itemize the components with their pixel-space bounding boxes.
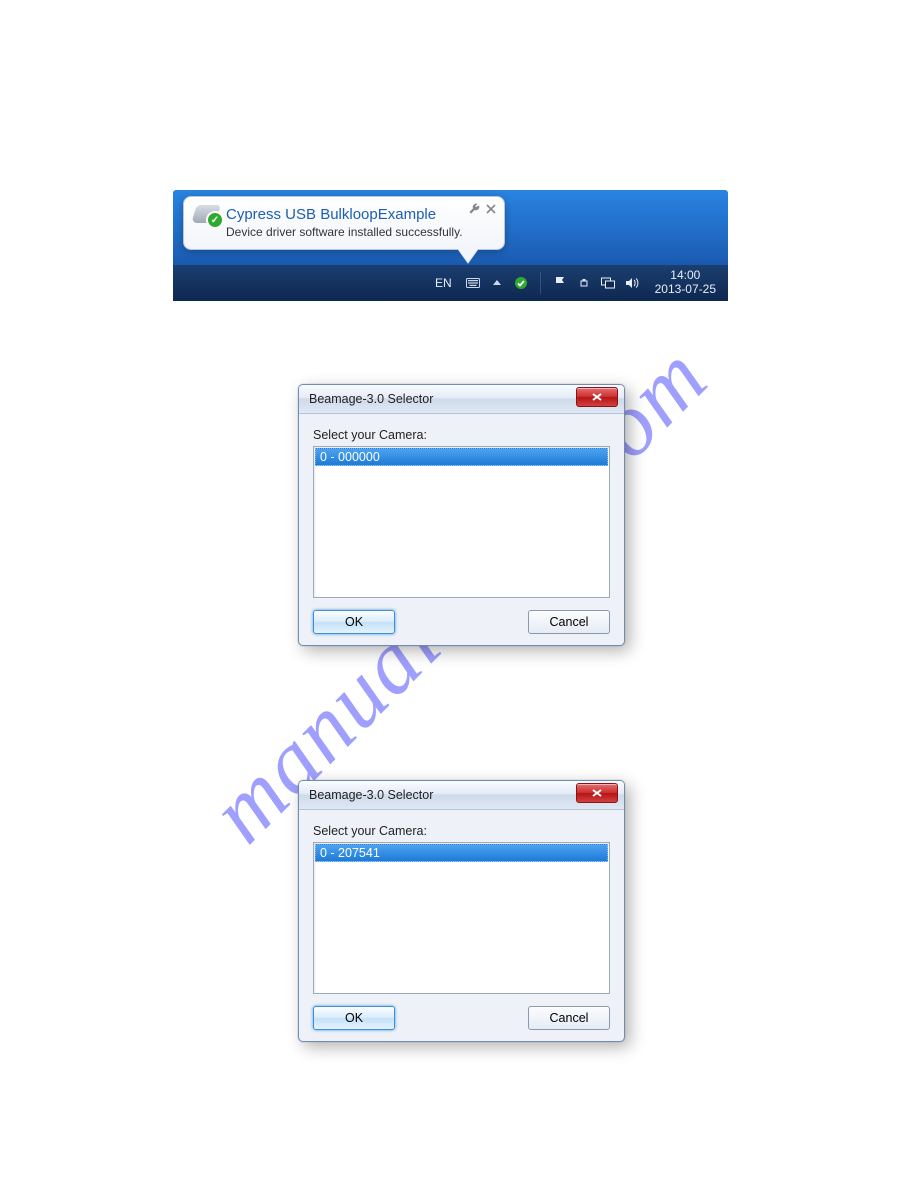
select-camera-label: Select your Camera: bbox=[313, 824, 610, 838]
camera-selector-dialog-1: Beamage-3.0 Selector Select your Camera:… bbox=[298, 384, 625, 646]
ok-button[interactable]: OK bbox=[313, 610, 395, 634]
clock-time: 14:00 bbox=[670, 268, 700, 282]
balloon-subtitle: Device driver software installed success… bbox=[226, 225, 494, 239]
notification-taskbar-region: ✓ Cypress USB BulkloopExample Device dri… bbox=[173, 190, 728, 301]
keyboard-icon[interactable] bbox=[466, 276, 480, 290]
install-progress-icon[interactable] bbox=[514, 276, 528, 290]
close-button[interactable] bbox=[576, 783, 618, 803]
list-item[interactable]: 0 - 000000 bbox=[315, 448, 608, 466]
balloon-title: Cypress USB BulkloopExample bbox=[226, 206, 436, 223]
ok-button[interactable]: OK bbox=[313, 1006, 395, 1030]
taskbar-clock[interactable]: 14:00 2013-07-25 bbox=[649, 269, 722, 297]
select-camera-label: Select your Camera: bbox=[313, 428, 610, 442]
action-center-flag-icon[interactable] bbox=[553, 276, 567, 290]
dialog-titlebar[interactable]: Beamage-3.0 Selector bbox=[299, 385, 624, 414]
balloon-controls bbox=[468, 203, 496, 218]
dialog-title: Beamage-3.0 Selector bbox=[309, 788, 433, 802]
cancel-button[interactable]: Cancel bbox=[528, 1006, 610, 1030]
close-button[interactable] bbox=[576, 387, 618, 407]
show-hidden-icons-icon[interactable] bbox=[490, 276, 504, 290]
cancel-button[interactable]: Cancel bbox=[528, 610, 610, 634]
device-install-icon: ✓ bbox=[194, 205, 218, 223]
camera-listbox[interactable]: 0 - 207541 bbox=[313, 842, 610, 994]
close-icon[interactable] bbox=[486, 203, 496, 218]
wrench-icon[interactable] bbox=[468, 203, 480, 218]
network-icon[interactable] bbox=[601, 276, 615, 290]
balloon-notification[interactable]: ✓ Cypress USB BulkloopExample Device dri… bbox=[183, 196, 505, 250]
camera-listbox[interactable]: 0 - 000000 bbox=[313, 446, 610, 598]
language-indicator[interactable]: EN bbox=[431, 274, 456, 292]
dialog-title: Beamage-3.0 Selector bbox=[309, 392, 433, 406]
list-item[interactable]: 0 - 207541 bbox=[315, 844, 608, 862]
dialog-titlebar[interactable]: Beamage-3.0 Selector bbox=[299, 781, 624, 810]
power-icon[interactable] bbox=[577, 276, 591, 290]
clock-date: 2013-07-25 bbox=[655, 282, 716, 296]
camera-selector-dialog-2: Beamage-3.0 Selector Select your Camera:… bbox=[298, 780, 625, 1042]
volume-icon[interactable] bbox=[625, 276, 639, 290]
taskbar: EN 14:00 2013-07-25 bbox=[173, 265, 728, 301]
taskbar-divider bbox=[540, 272, 541, 294]
